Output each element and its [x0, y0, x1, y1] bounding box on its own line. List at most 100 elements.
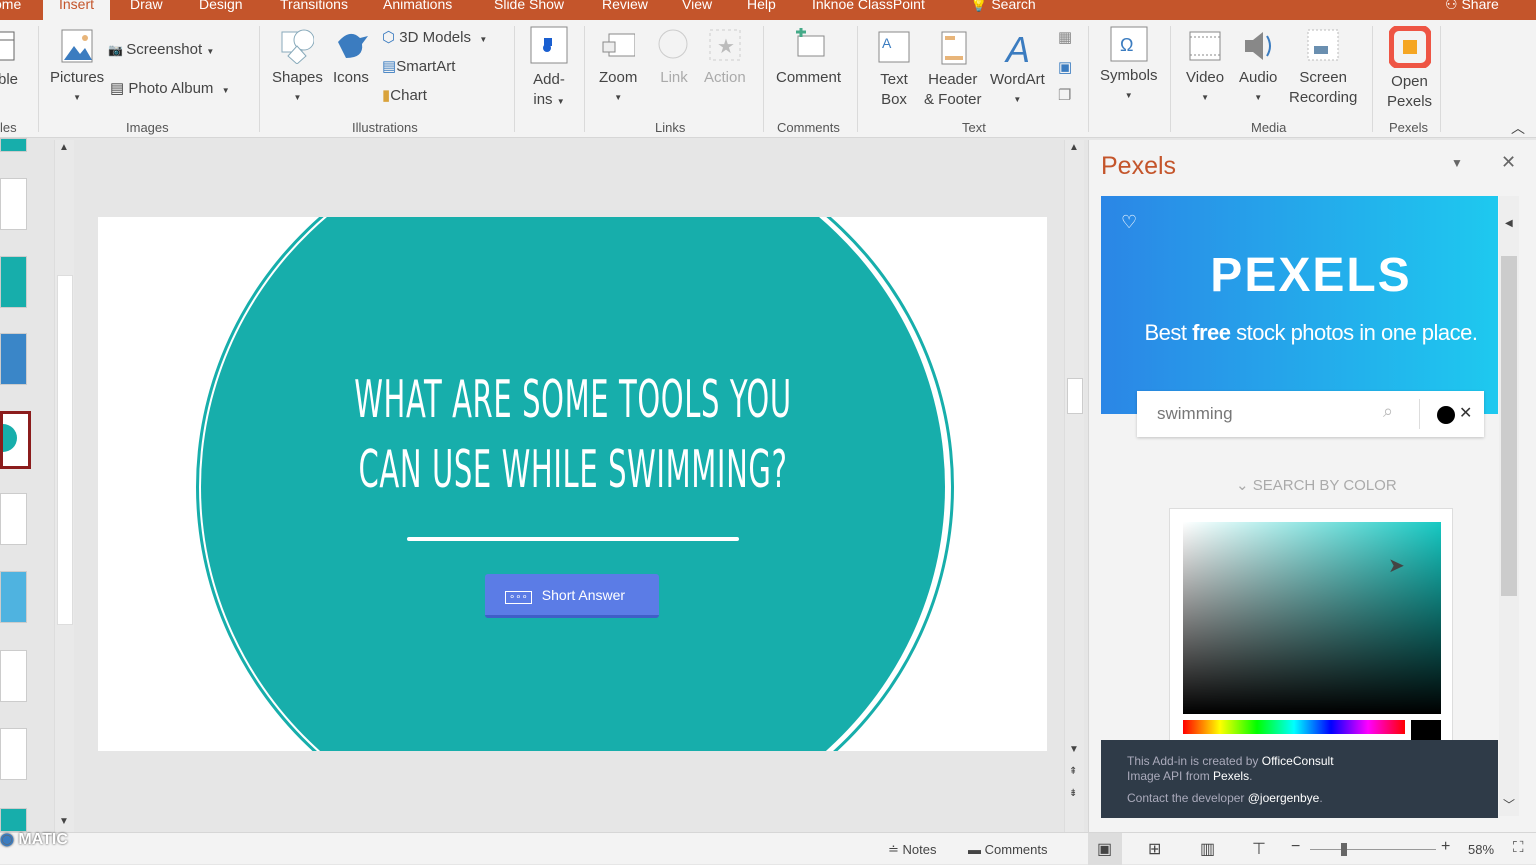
saturation-area[interactable]: [1183, 522, 1441, 714]
scrollbar-thumb[interactable]: [1067, 378, 1083, 414]
tab-transitions[interactable]: Transitions: [280, 0, 348, 12]
scroll-down-icon[interactable]: ▼: [1069, 744, 1079, 755]
date-time-icon[interactable]: ▦: [1058, 28, 1072, 46]
smartart-button[interactable]: ▤SmartArt: [382, 57, 455, 77]
chat-bubble-icon: ∘∘∘: [505, 591, 532, 604]
collapse-ribbon-icon[interactable]: ︿: [1511, 118, 1525, 138]
close-pane-icon[interactable]: ✕: [1501, 152, 1516, 173]
pane-options-icon[interactable]: ▼: [1451, 156, 1463, 170]
scrollbar-thumb[interactable]: [57, 275, 73, 625]
zoom-in-button[interactable]: +: [1441, 838, 1450, 856]
cube-icon: ⬡: [382, 29, 400, 46]
icons-button[interactable]: Icons: [333, 28, 369, 88]
video-button[interactable]: Video ▼: [1186, 28, 1224, 108]
pictures-button[interactable]: Pictures ▼: [50, 28, 104, 108]
search-box[interactable]: 💡 Search: [970, 0, 1036, 13]
slide-thumbnail[interactable]: [0, 178, 27, 230]
slide-thumbnail[interactable]: [0, 571, 27, 623]
shapes-button[interactable]: Shapes ▼: [272, 28, 323, 108]
hue-slider[interactable]: [1183, 720, 1405, 734]
comments-button[interactable]: ▬ Comments: [968, 842, 1047, 857]
tab-help[interactable]: Help: [747, 0, 776, 12]
tab-view[interactable]: View: [682, 0, 712, 12]
zoom-level[interactable]: 58%: [1468, 842, 1494, 857]
search-input[interactable]: swimming: [1157, 404, 1233, 424]
thumbnail-scrollbar[interactable]: ▲ ▼: [54, 140, 74, 832]
reading-view-icon[interactable]: ▥: [1200, 839, 1215, 859]
action-button[interactable]: ★ Action: [704, 28, 746, 88]
fit-to-window-icon[interactable]: ⛶: [1513, 839, 1524, 856]
pexels-link[interactable]: Pexels: [1213, 769, 1249, 783]
3d-models-button[interactable]: ⬡ 3D Models ▼: [382, 28, 487, 50]
slide-number-icon[interactable]: ▣: [1058, 58, 1072, 76]
photo-album-button[interactable]: ▤ Photo Album ▼: [110, 79, 230, 101]
scroll-up-icon[interactable]: ▲: [59, 142, 69, 153]
comment-add-icon: [795, 28, 825, 57]
slide-thumbnail[interactable]: [0, 650, 27, 702]
zoom-slider-thumb[interactable]: [1341, 843, 1347, 856]
table-button[interactable]: ble: [0, 30, 18, 90]
chevron-down-icon: ⌄: [1236, 477, 1253, 494]
slide-thumbnail-selected[interactable]: [0, 411, 31, 469]
text-box-button[interactable]: A Text Box: [877, 30, 911, 110]
color-swatch[interactable]: [1437, 406, 1455, 424]
slideshow-icon[interactable]: ⊤: [1252, 839, 1266, 859]
previous-slide-icon[interactable]: ⇞: [1069, 766, 1077, 777]
slide-thumbnail[interactable]: [0, 493, 27, 545]
symbols-button[interactable]: Ω Symbols ▼: [1100, 26, 1158, 106]
tab-classpoint[interactable]: Inknoe ClassPoint: [812, 0, 925, 12]
slide-thumbnail[interactable]: [0, 256, 27, 308]
slide-thumbnail[interactable]: [0, 138, 27, 152]
scroll-down-icon[interactable]: ▼: [59, 816, 69, 827]
scroll-up-icon[interactable]: ◀: [1505, 218, 1513, 229]
slide-thumbnail[interactable]: [0, 728, 27, 780]
add-ins-button[interactable]: Add-ins ▼: [530, 26, 568, 112]
slide-canvas[interactable]: WHAT ARE SOME TOOLS YOU CAN USE WHILE SWI…: [98, 217, 1047, 751]
share-button[interactable]: ⚇ Share: [1445, 0, 1499, 13]
zoom-button[interactable]: Zoom ▼: [599, 28, 637, 108]
slide-scrollbar[interactable]: ▲ ▼ ⇞ ⇟: [1064, 140, 1084, 832]
zoom-slider[interactable]: [1310, 849, 1436, 850]
tab-insert[interactable]: Insert: [43, 0, 111, 20]
scroll-up-icon[interactable]: ▲: [1069, 142, 1079, 153]
slide-sorter-icon[interactable]: ⊞: [1148, 839, 1161, 859]
next-slide-icon[interactable]: ⇟: [1069, 788, 1077, 799]
header-footer-button[interactable]: Header & Footer: [924, 30, 982, 110]
heart-icon[interactable]: ♡: [1121, 212, 1137, 233]
tab-design[interactable]: Design: [199, 0, 243, 12]
slide-title[interactable]: WHAT ARE SOME TOOLS YOU CAN USE WHILE SWI…: [279, 365, 868, 505]
short-answer-button[interactable]: ∘∘∘ Short Answer: [485, 574, 659, 618]
tab-draw[interactable]: Draw: [130, 0, 163, 12]
scrollbar-thumb[interactable]: [1501, 256, 1517, 596]
slide-thumbnail[interactable]: [0, 333, 27, 385]
developer-link[interactable]: @joergenbye: [1248, 791, 1320, 805]
tab-slide-show[interactable]: Slide Show: [494, 0, 564, 12]
audio-button[interactable]: Audio ▼: [1239, 28, 1277, 108]
group-links: Links: [655, 120, 686, 135]
search-icon[interactable]: ⌕: [1383, 401, 1393, 422]
tab-review[interactable]: Review: [602, 0, 648, 12]
clear-color-icon[interactable]: ✕: [1459, 403, 1472, 423]
tab-home[interactable]: ome: [0, 0, 21, 12]
wordart-button[interactable]: A WordArt ▼: [990, 30, 1045, 110]
search-field[interactable]: swimming ⌕ ✕: [1137, 391, 1484, 437]
speaker-icon: [1245, 32, 1272, 60]
search-by-color-toggle[interactable]: ⌄ SEARCH BY COLOR: [1236, 476, 1397, 494]
officeconsult-link[interactable]: OfficeConsult: [1262, 754, 1334, 768]
open-pexels-button[interactable]: Open Pexels: [1387, 26, 1432, 112]
tab-animations[interactable]: Animations: [383, 0, 452, 12]
zoom-slide-icon: [602, 33, 636, 57]
link-icon: [658, 29, 688, 59]
comment-button[interactable]: Comment: [776, 28, 841, 88]
screenshot-button[interactable]: 📷 Screenshot ▼: [108, 40, 214, 62]
text-box-icon: A: [878, 31, 910, 63]
normal-view-icon[interactable]: ▣: [1097, 839, 1112, 859]
object-icon[interactable]: ❐: [1058, 86, 1071, 104]
scroll-down-icon[interactable]: ﹀: [1503, 796, 1515, 813]
chart-button[interactable]: ▮Chart: [382, 86, 427, 106]
notes-button[interactable]: ≐ Notes: [888, 842, 936, 858]
screen-recording-button[interactable]: Screen Recording: [1289, 28, 1357, 108]
link-button[interactable]: Link: [657, 28, 691, 88]
svg-text:★: ★: [717, 36, 735, 58]
zoom-out-button[interactable]: −: [1291, 838, 1300, 856]
